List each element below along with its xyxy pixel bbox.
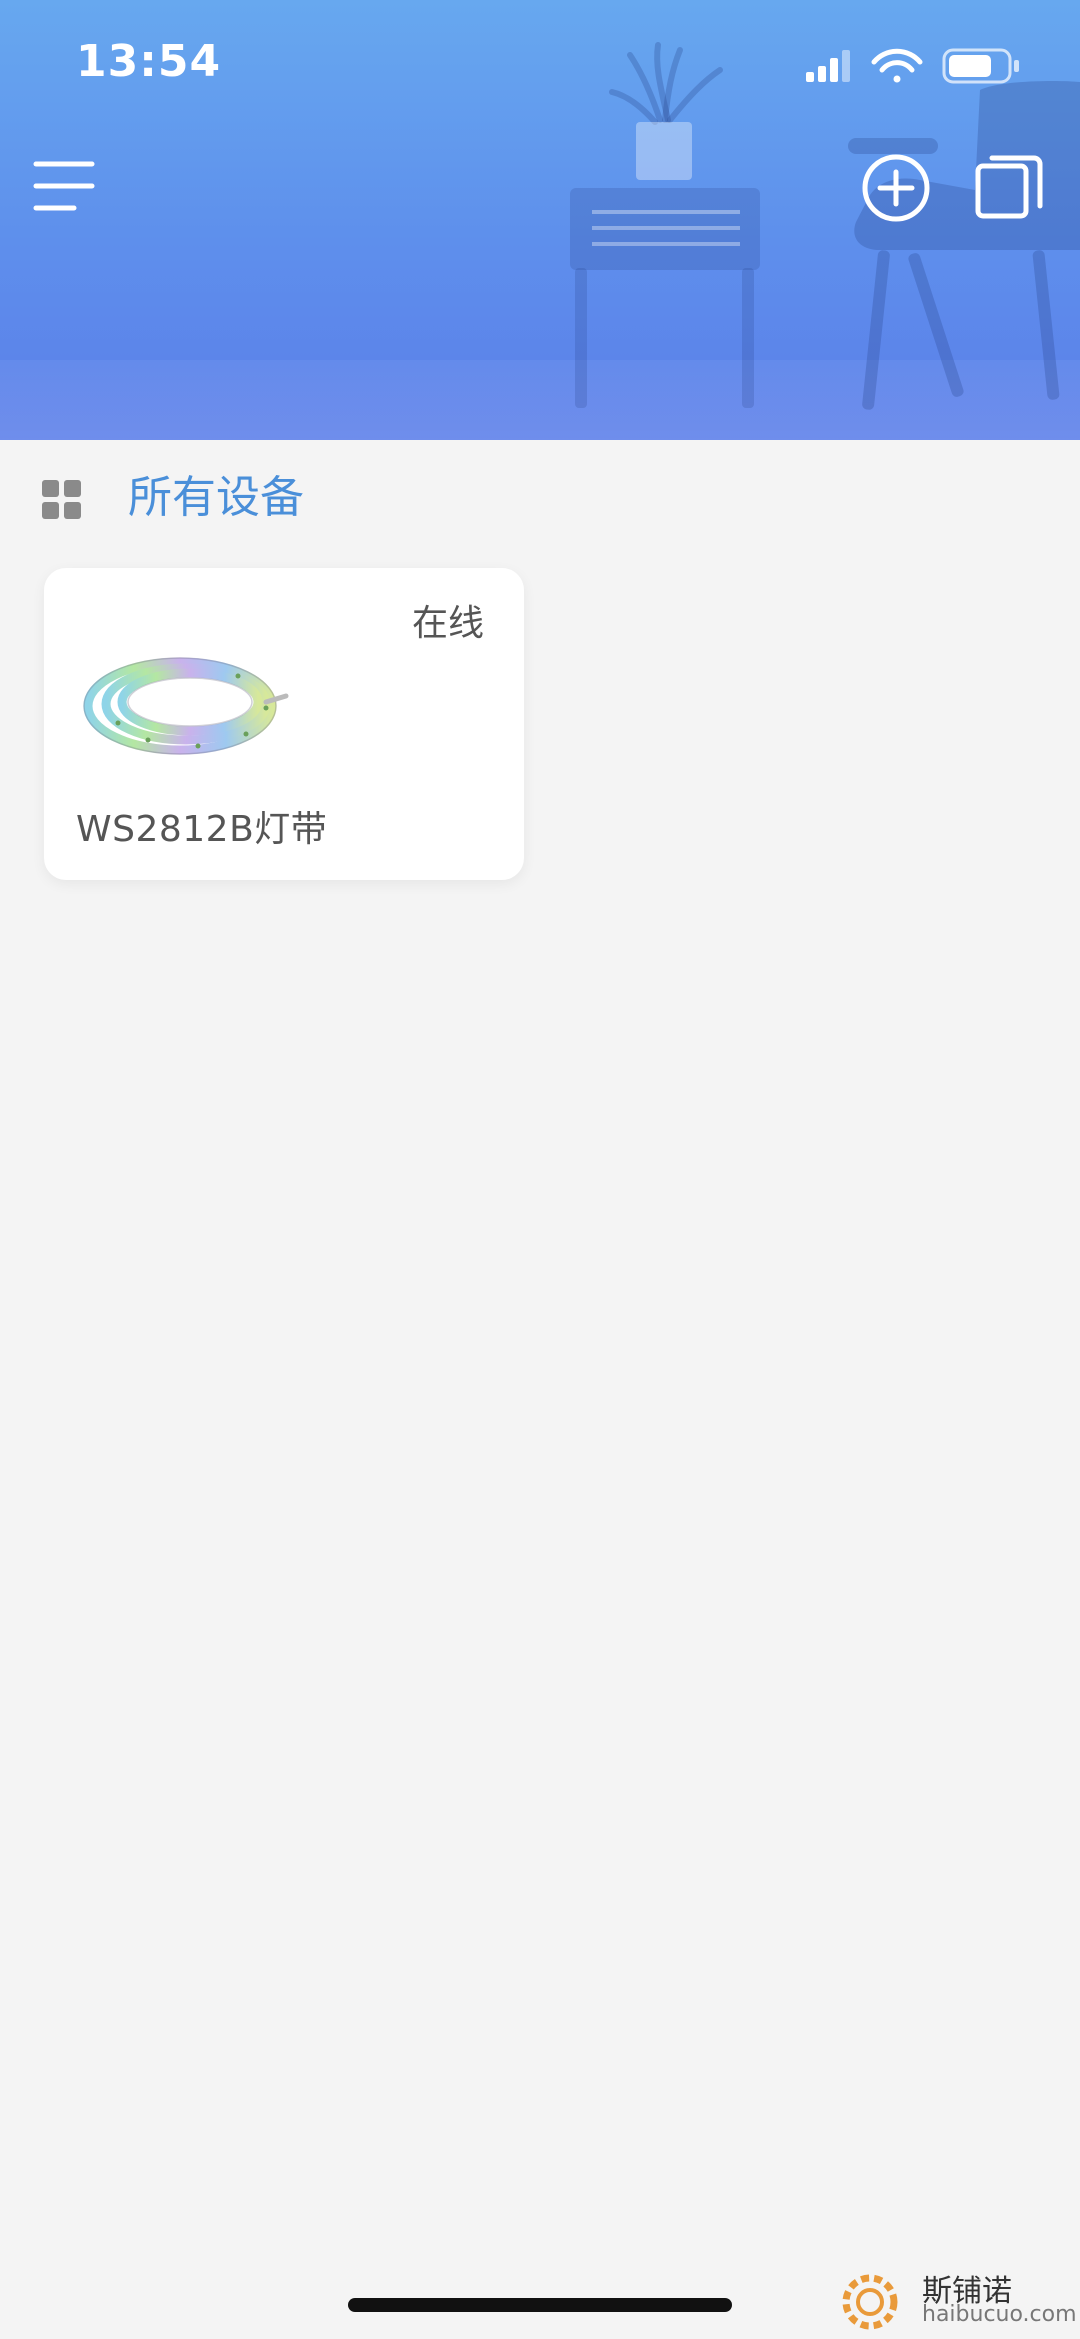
- section-title-all-devices[interactable]: 所有设备: [128, 468, 304, 528]
- home-indicator[interactable]: [348, 2298, 732, 2312]
- device-card[interactable]: 在线 WS2812B灯带: [44, 568, 524, 880]
- grid-icon: [42, 480, 81, 519]
- gear-logo-icon: [842, 2274, 898, 2330]
- watermark-sub: haibucuo.com: [922, 2302, 1077, 2327]
- stacked-squares-icon[interactable]: [972, 150, 1048, 226]
- device-status-label: 在线: [411, 603, 484, 644]
- watermark: 斯铺诺 haibucuo.com: [830, 2262, 1080, 2339]
- hamburger-menu-icon[interactable]: [30, 158, 98, 214]
- cellular-signal-icon: [806, 50, 850, 82]
- battery-icon: [942, 48, 1019, 84]
- plus-circle-icon[interactable]: [858, 150, 934, 226]
- led-strip-icon: [83, 657, 289, 755]
- status-icons: [806, 48, 1019, 84]
- status-time: 13:54: [76, 36, 222, 87]
- wifi-icon: [871, 48, 923, 83]
- device-name: WS2812B灯带: [76, 809, 328, 850]
- header-banner: 13:54: [0, 0, 1080, 440]
